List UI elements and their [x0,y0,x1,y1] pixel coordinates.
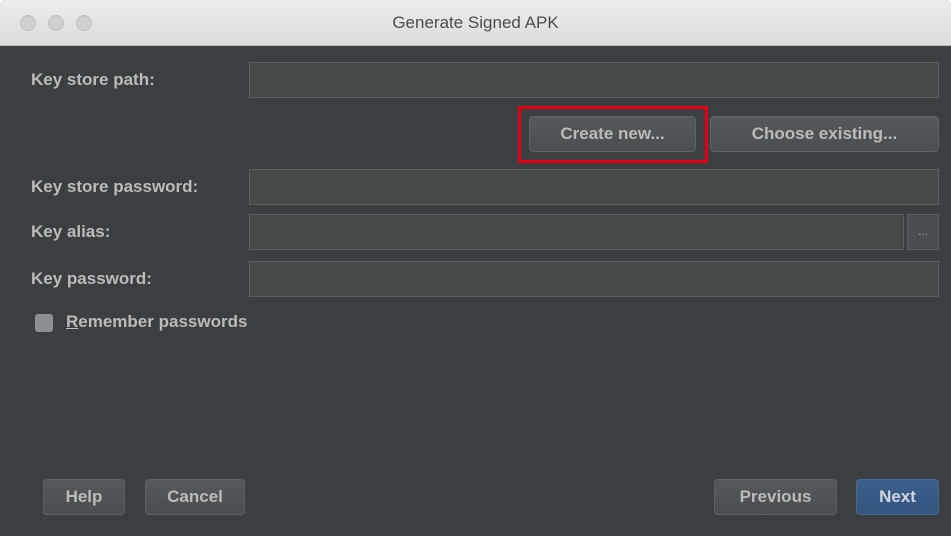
key-alias-browse-button[interactable]: ... [907,214,939,250]
choose-existing-button[interactable]: Choose existing... [710,116,939,152]
key-store-password-label: Key store password: [31,177,199,196]
next-button[interactable]: Next [856,479,939,515]
window-title: Generate Signed APK [392,13,559,32]
remember-passwords-label-text: emember passwords [78,312,248,331]
key-alias-field[interactable] [249,214,904,250]
remember-passwords-checkbox[interactable] [35,314,53,332]
key-password-field[interactable] [249,261,939,297]
remember-passwords-mnemonic: R [66,312,79,331]
create-new-highlight-box [518,106,708,163]
title-bar: Generate Signed APK [0,0,951,46]
key-store-path-field[interactable] [249,62,939,98]
help-button[interactable]: Help [43,479,125,515]
generate-signed-apk-dialog: Generate Signed APK Key store path: Crea… [0,0,951,536]
previous-button[interactable]: Previous [714,479,837,515]
remember-passwords-label[interactable]: Remember passwords [66,312,247,332]
key-password-label: Key password: [31,269,152,288]
key-store-password-field[interactable] [249,169,939,205]
key-alias-label: Key alias: [31,222,111,241]
cancel-button[interactable]: Cancel [145,479,245,515]
key-store-path-label: Key store path: [31,70,155,89]
